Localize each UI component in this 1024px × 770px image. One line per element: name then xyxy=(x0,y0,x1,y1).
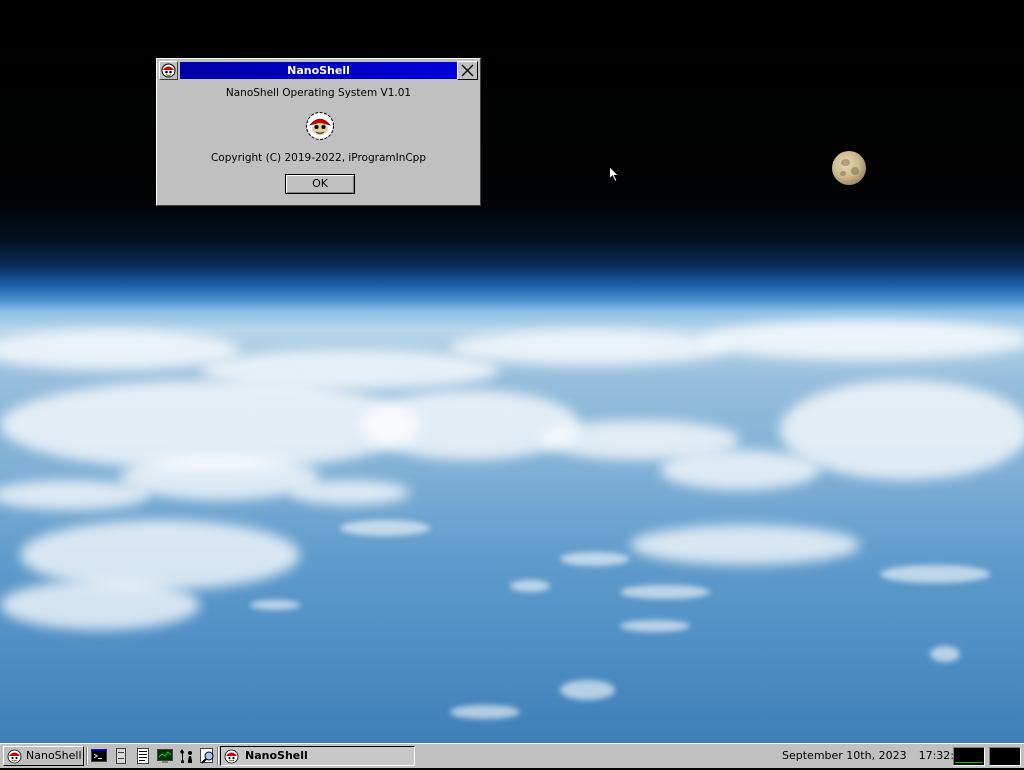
nanoshell-logo-icon xyxy=(305,111,335,141)
start-button[interactable]: NanoShell xyxy=(3,746,84,766)
nanoshell-logo-icon xyxy=(224,749,239,770)
ok-button[interactable]: OK xyxy=(285,174,355,194)
close-button[interactable] xyxy=(457,61,478,80)
taskbar-separator xyxy=(217,747,219,765)
task-button-nanoshell[interactable]: NanoShell xyxy=(220,746,415,766)
notepad-icon[interactable] xyxy=(135,748,151,764)
about-dialog: NanoShell NanoShell Operating System V1.… xyxy=(156,58,481,206)
copyright-text: Copyright (C) 2019-2022, iProgramInCpp xyxy=(210,152,427,164)
memory-usage-graph xyxy=(989,747,1021,766)
clock-date: September 10th, 2023 xyxy=(782,749,907,762)
file-cabinet-icon[interactable] xyxy=(113,748,129,764)
desktop-wallpaper xyxy=(0,0,1024,743)
os-version-text: NanoShell Operating System V1.01 xyxy=(225,87,412,99)
cpu-usage-graph xyxy=(953,747,985,766)
mouse-cursor-icon xyxy=(609,165,620,186)
dialog-titlebar[interactable]: NanoShell xyxy=(159,61,478,80)
system-monitor-icon[interactable] xyxy=(157,748,173,764)
task-button-label: NanoShell xyxy=(245,749,308,762)
taskbar: NanoShell NanoShell September 10th, 2023… xyxy=(0,743,1024,768)
taskbar-separator xyxy=(86,747,88,765)
terminal-icon[interactable] xyxy=(91,748,107,764)
moon-image xyxy=(832,151,866,185)
start-label: NanoShell xyxy=(26,749,82,762)
chess-icon[interactable] xyxy=(178,748,194,764)
dialog-title: NanoShell xyxy=(180,62,457,79)
magnifier-icon[interactable] xyxy=(200,748,216,764)
taskbar-clock: September 10th, 2023 17:32:00 xyxy=(782,747,968,765)
nanoshell-logo-icon xyxy=(7,749,22,770)
system-menu-icon[interactable] xyxy=(159,61,178,80)
